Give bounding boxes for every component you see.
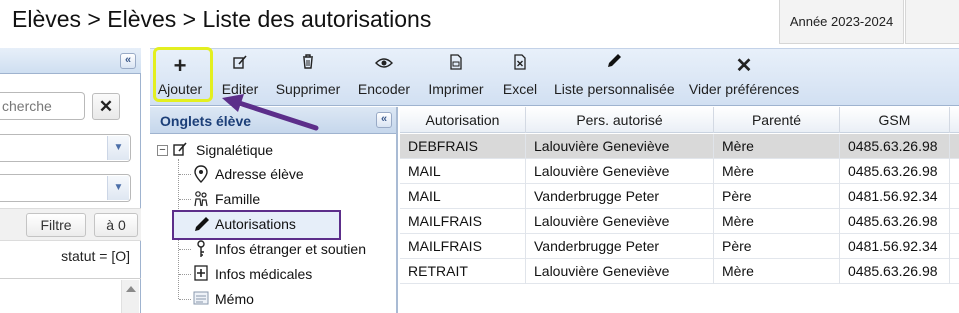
chevron-down-icon[interactable]: ▼ [107, 136, 129, 160]
student-list [0, 278, 141, 313]
ajouter-button[interactable]: + Ajouter [156, 49, 204, 107]
cell-autorisation: MAILFRAIS [400, 209, 526, 234]
cell-gsm: 0481.56.92.34 [840, 234, 950, 259]
filter-select-2[interactable]: ▼ [0, 174, 131, 202]
cell-pers-autorise: Lalouvière Geneviève [526, 259, 714, 284]
x-icon: ✕ [735, 55, 753, 77]
tree-item-famille[interactable]: Famille [215, 191, 260, 207]
table-row[interactable]: MAILFRAIS Vanderbrugge Peter Père 0481.56.9… [400, 234, 959, 259]
scrollbar[interactable] [121, 280, 139, 313]
cell-gsm: 0485.63.26.98 [840, 159, 950, 184]
plus-icon: + [173, 53, 187, 78]
filter-select-1[interactable]: ▼ [0, 134, 131, 162]
tree-item-memo[interactable]: Mémo [215, 291, 254, 307]
tree-branch [179, 274, 191, 275]
edit-icon [172, 141, 188, 159]
cell-parente: Mère [714, 209, 840, 234]
pencil-icon [554, 51, 674, 81]
cell-pers-autorise: Lalouvière Geneviève [526, 134, 714, 159]
column-header-pers-autorise[interactable]: Pers. autorisé [526, 107, 714, 133]
tree-branch [179, 299, 191, 300]
excel-icon [500, 51, 540, 81]
eye-icon [356, 51, 412, 81]
cell-pers-autorise: Lalouvière Geneviève [526, 159, 714, 184]
cell-pers-autorise: Lalouvière Geneviève [526, 209, 714, 234]
tree-branch [179, 199, 191, 200]
onglets-header: Onglets élève « [150, 107, 396, 134]
filter-panel-header: « [0, 48, 141, 74]
tree-collapse-toggle[interactable]: − [157, 145, 168, 156]
cell-parente: Mère [714, 134, 840, 159]
supprimer-button[interactable]: Supprimer [274, 49, 342, 107]
trash-icon [274, 51, 342, 81]
cell-parente: Mère [714, 259, 840, 284]
editer-button[interactable]: Editer [218, 49, 262, 107]
tree-branch [179, 249, 191, 250]
tree-item-autorisations[interactable]: Autorisations [215, 216, 296, 232]
collapse-left-panel-button[interactable]: « [120, 53, 136, 69]
table-row[interactable]: RETRAIT Lalouvière Geneviève Mère 0485.63.2… [400, 259, 959, 284]
toolbar: + Ajouter Editer Supprimer Encoder Impri… [150, 48, 959, 106]
filter-actions: Filtre à 0 [0, 208, 141, 241]
filtre-button[interactable]: Filtre [26, 213, 86, 237]
tree-item-adresse[interactable]: Adresse élève [215, 166, 304, 182]
table-row[interactable]: MAILFRAIS Lalouvière Geneviève Mère 0485.63… [400, 209, 959, 234]
cell-gsm: 0485.63.26.98 [840, 209, 950, 234]
cell-pers-autorise: Vanderbrugge Peter [526, 184, 714, 209]
cell-autorisation: RETRAIT [400, 259, 526, 284]
pencil-icon [193, 215, 209, 233]
table-row[interactable]: DEBFRAIS Lalouvière Geneviève Mère 0485.63.… [400, 134, 959, 159]
clear-search-button[interactable]: ✕ [92, 93, 120, 120]
key-icon [193, 240, 209, 258]
column-header-autorisation[interactable]: Autorisation [400, 107, 526, 133]
year-tab[interactable]: Année 2023-2024 [779, 0, 904, 44]
column-header-gsm[interactable]: GSM [840, 107, 950, 133]
scroll-up-icon[interactable] [126, 286, 136, 292]
family-icon [193, 190, 209, 208]
table-row[interactable]: MAIL Vanderbrugge Peter Père 0481.56.92.34 [400, 184, 959, 209]
print-icon [426, 51, 486, 81]
reset-filter-button[interactable]: à 0 [94, 213, 138, 237]
vider-preferences-button[interactable]: ✕ Vider préférences [688, 49, 800, 107]
cell-parente: Père [714, 234, 840, 259]
cell-gsm: 0485.63.26.98 [840, 134, 950, 159]
cell-autorisation: MAILFRAIS [400, 234, 526, 259]
cell-pers-autorise: Vanderbrugge Peter [526, 234, 714, 259]
cell-gsm: 0485.63.26.98 [840, 259, 950, 284]
tree-item-signaletique[interactable]: Signalétique [196, 142, 273, 158]
cell-parente: Père [714, 184, 840, 209]
chevron-down-icon[interactable]: ▼ [107, 176, 129, 200]
onglets-title: Onglets élève [160, 113, 252, 129]
medical-icon [193, 265, 209, 283]
collapse-onglets-button[interactable]: « [376, 112, 392, 128]
edit-icon [218, 51, 262, 81]
page-title: Elèves > Elèves > Liste des autorisation… [12, 6, 432, 32]
imprimer-button[interactable]: Imprimer [426, 49, 486, 107]
filter-panel: « cherche ✕ ▼ ▼ Filtre à 0 statut = [O] [0, 48, 141, 313]
cell-autorisation: MAIL [400, 184, 526, 209]
tree-item-infos-medicales[interactable]: Infos médicales [215, 266, 312, 282]
autorisations-grid: Autorisation Pers. autorisé Parenté GSM … [400, 107, 959, 313]
cell-parente: Mère [714, 159, 840, 184]
column-header-parente[interactable]: Parenté [714, 107, 840, 133]
cell-autorisation: DEBFRAIS [400, 134, 526, 159]
memo-icon [193, 290, 209, 308]
location-pin-icon [193, 165, 209, 183]
year-tab-extra[interactable] [905, 0, 959, 44]
tree-item-infos-etranger[interactable]: Infos étranger et soutien [215, 241, 366, 257]
table-row[interactable]: MAIL Lalouvière Geneviève Mère 0485.63.26.9… [400, 159, 959, 184]
status-filter-text: statut = [O] [61, 248, 130, 264]
cell-gsm: 0481.56.92.34 [840, 184, 950, 209]
encoder-button[interactable]: Encoder [356, 49, 412, 107]
grid-header: Autorisation Pers. autorisé Parenté GSM [400, 107, 959, 133]
cell-autorisation: MAIL [400, 159, 526, 184]
tree-branch [179, 174, 191, 175]
excel-button[interactable]: Excel [500, 49, 540, 107]
liste-personnalisee-button[interactable]: Liste personnalisée [554, 49, 675, 107]
search-input[interactable]: cherche [0, 92, 85, 120]
